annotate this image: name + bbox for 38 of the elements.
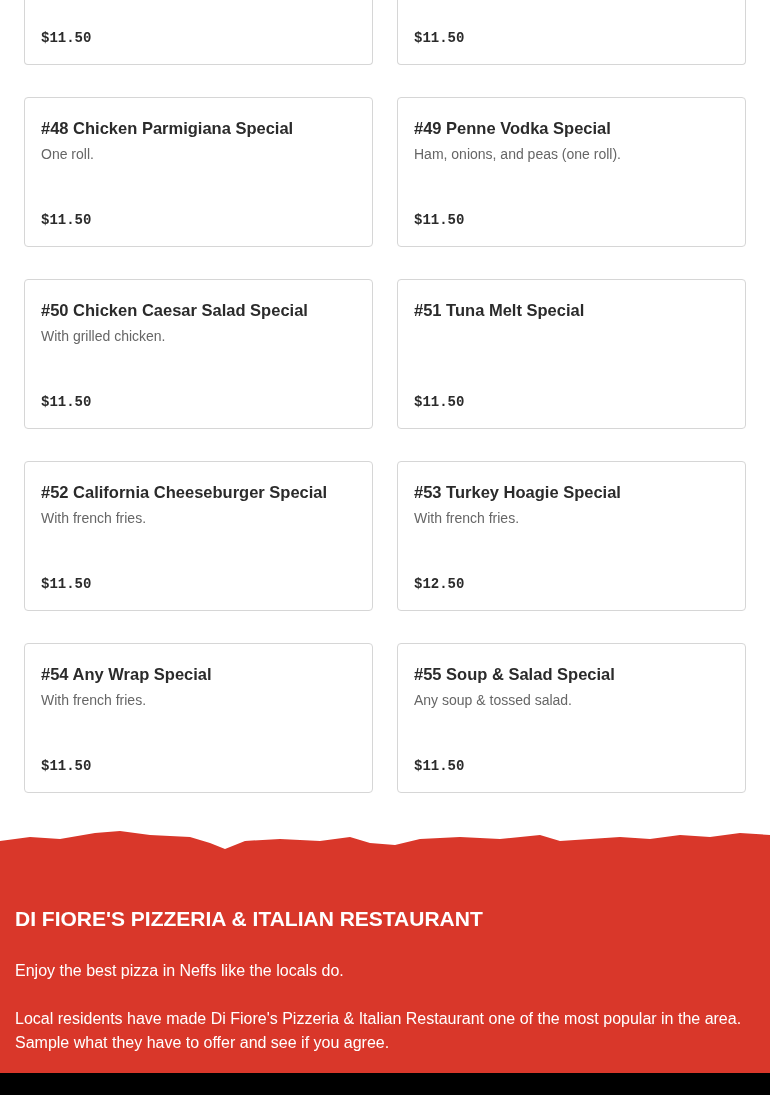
item-price: $12.50 [414, 575, 466, 594]
menu-item-card[interactable]: #53 Turkey Hoagie Special With french fries. $12.50 [397, 461, 746, 611]
item-price: $11.50 [414, 29, 466, 48]
menu-item-card[interactable]: #52 California Cheeseburger Special With french fries. $11.50 [24, 461, 373, 611]
item-price: $11.50 [414, 757, 466, 776]
item-description: With grilled chicken. [41, 327, 167, 346]
item-description: Any soup & tossed salad. [414, 691, 573, 710]
menu-item-card[interactable]: $11.50 [397, 0, 746, 65]
restaurant-name: DI FIORE'S PIZZERIA & ITALIAN RESTAURANT [15, 906, 484, 932]
item-price: $11.50 [41, 29, 93, 48]
item-price: $11.50 [41, 575, 93, 594]
menu-item-card[interactable]: #49 Penne Vodka Special Ham, onions, and peas (one roll). $11.50 [397, 97, 746, 247]
item-description: Ham, onions, and peas (one roll). [414, 145, 622, 164]
item-price: $11.50 [414, 211, 466, 230]
item-price: $11.50 [414, 393, 466, 412]
item-name: #52 California Cheeseburger Special [41, 482, 329, 503]
item-price: $11.50 [41, 211, 93, 230]
footer-paragraph: Local residents have made Di Fiore's Pizzeria & Italian Restaurant one of the most popular in the area. Sample what they have to offer and see if you agree. [15, 1009, 743, 1053]
item-name: #53 Turkey Hoagie Special [414, 482, 622, 503]
item-price: $11.50 [41, 757, 93, 776]
item-description: With french fries. [41, 509, 148, 528]
menu-item-card[interactable]: $11.50 [24, 0, 373, 65]
menu-item-card[interactable]: #54 Any Wrap Special With french fries. $11.50 [24, 643, 373, 793]
menu-item-card[interactable]: #50 Chicken Caesar Salad Special With grilled chicken. $11.50 [24, 279, 373, 429]
footer-paragraph: Enjoy the best pizza in Neffs like the locals do. [15, 961, 345, 981]
menu-item-card[interactable]: #48 Chicken Parmigiana Special One roll. $11.50 [24, 97, 373, 247]
menu-item-card[interactable]: #55 Soup & Salad Special Any soup & tossed salad. $11.50 [397, 643, 746, 793]
item-description: With french fries. [414, 509, 521, 528]
item-name: #55 Soup & Salad Special [414, 664, 616, 685]
item-name: #48 Chicken Parmigiana Special [41, 118, 295, 139]
item-price: $11.50 [41, 393, 93, 412]
menu-item-card[interactable]: #51 Tuna Melt Special $11.50 [397, 279, 746, 429]
item-name: #51 Tuna Melt Special [414, 300, 586, 321]
item-name: #54 Any Wrap Special [41, 664, 213, 685]
item-name: #50 Chicken Caesar Salad Special [41, 300, 309, 321]
item-name: #49 Penne Vodka Special [414, 118, 612, 139]
item-description: One roll. [41, 145, 95, 164]
item-description: With french fries. [41, 691, 148, 710]
